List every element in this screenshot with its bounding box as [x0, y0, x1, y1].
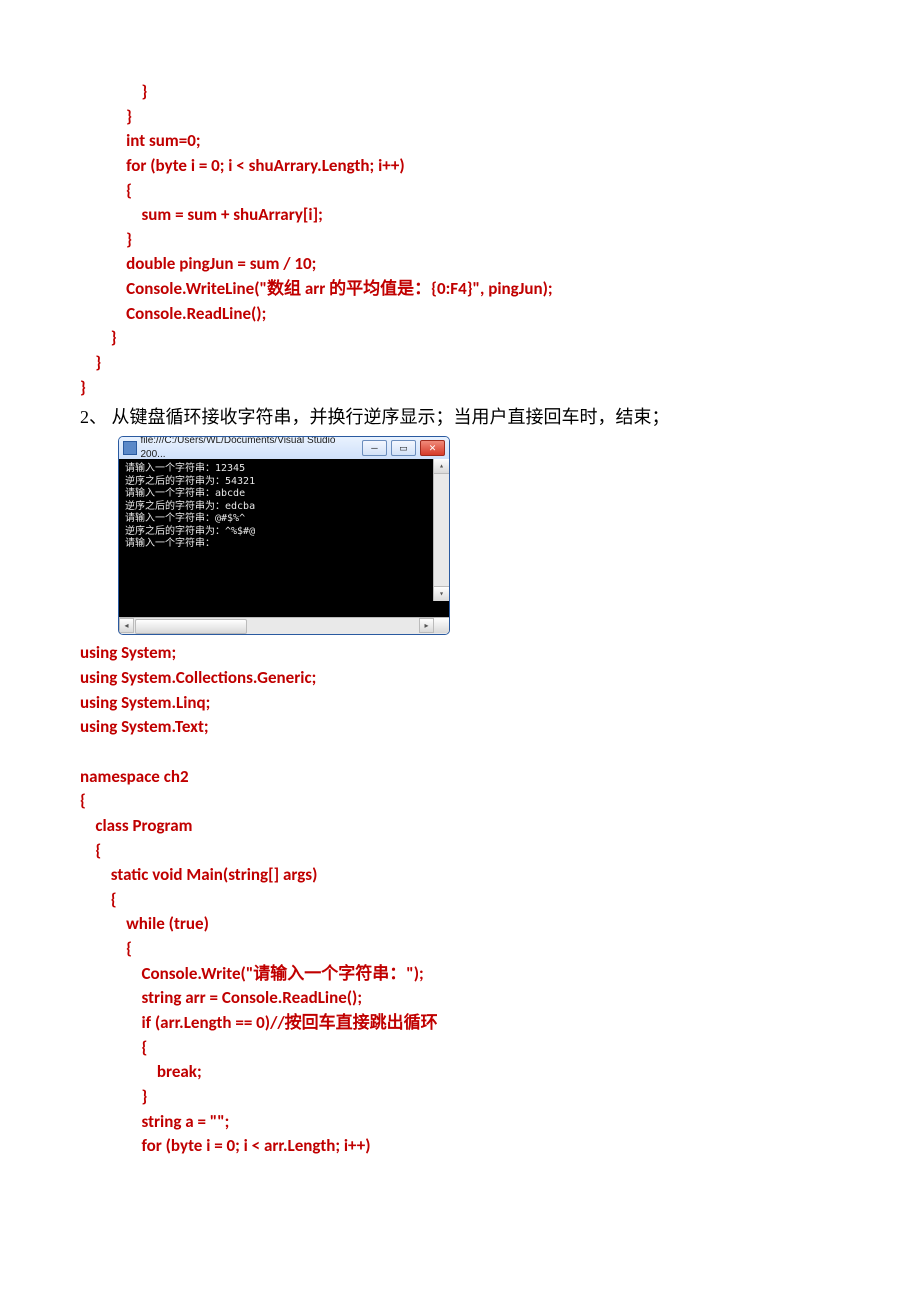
- vertical-scrollbar[interactable]: ▴ ▾: [433, 459, 449, 601]
- code-block-2: using System; using System.Collections.G…: [80, 641, 840, 1158]
- scroll-right-icon[interactable]: ▸: [419, 618, 434, 633]
- scroll-thumb[interactable]: [135, 619, 247, 634]
- console-line: 逆序之后的字符串为：edcba: [125, 501, 443, 514]
- console-line: 请输入一个字符串：@#$%^: [125, 513, 443, 526]
- question-2: 2、 从键盘循环接收字符串，并换行逆序显示；当用户直接回车时，结束；: [80, 404, 840, 430]
- console-body: 请输入一个字符串：12345 逆序之后的字符串为：54321 请输入一个字符串：…: [119, 459, 449, 617]
- resize-grip-icon[interactable]: [433, 618, 449, 633]
- scroll-down-icon[interactable]: ▾: [434, 586, 449, 601]
- app-icon: [123, 441, 137, 455]
- minimize-button[interactable]: ─: [362, 440, 387, 456]
- scroll-up-icon[interactable]: ▴: [434, 459, 449, 474]
- code-block-1: } } int sum=0; for (byte i = 0; i < shuA…: [80, 80, 840, 400]
- console-window: file:///C:/Users/WL/Documents/Visual Stu…: [118, 436, 450, 635]
- console-line: 请输入一个字符串：12345: [125, 463, 443, 476]
- console-line: 请输入一个字符串：abcde: [125, 488, 443, 501]
- scroll-left-icon[interactable]: ◂: [119, 618, 134, 633]
- console-line: 逆序之后的字符串为：^%$#@: [125, 526, 443, 539]
- console-line: 请输入一个字符串：: [125, 538, 443, 551]
- console-line: 逆序之后的字符串为：54321: [125, 476, 443, 489]
- titlebar: file:///C:/Users/WL/Documents/Visual Stu…: [119, 437, 449, 459]
- maximize-button[interactable]: ▭: [391, 440, 416, 456]
- close-button[interactable]: ✕: [420, 440, 445, 456]
- horizontal-scrollbar[interactable]: ◂ ▸: [119, 617, 449, 634]
